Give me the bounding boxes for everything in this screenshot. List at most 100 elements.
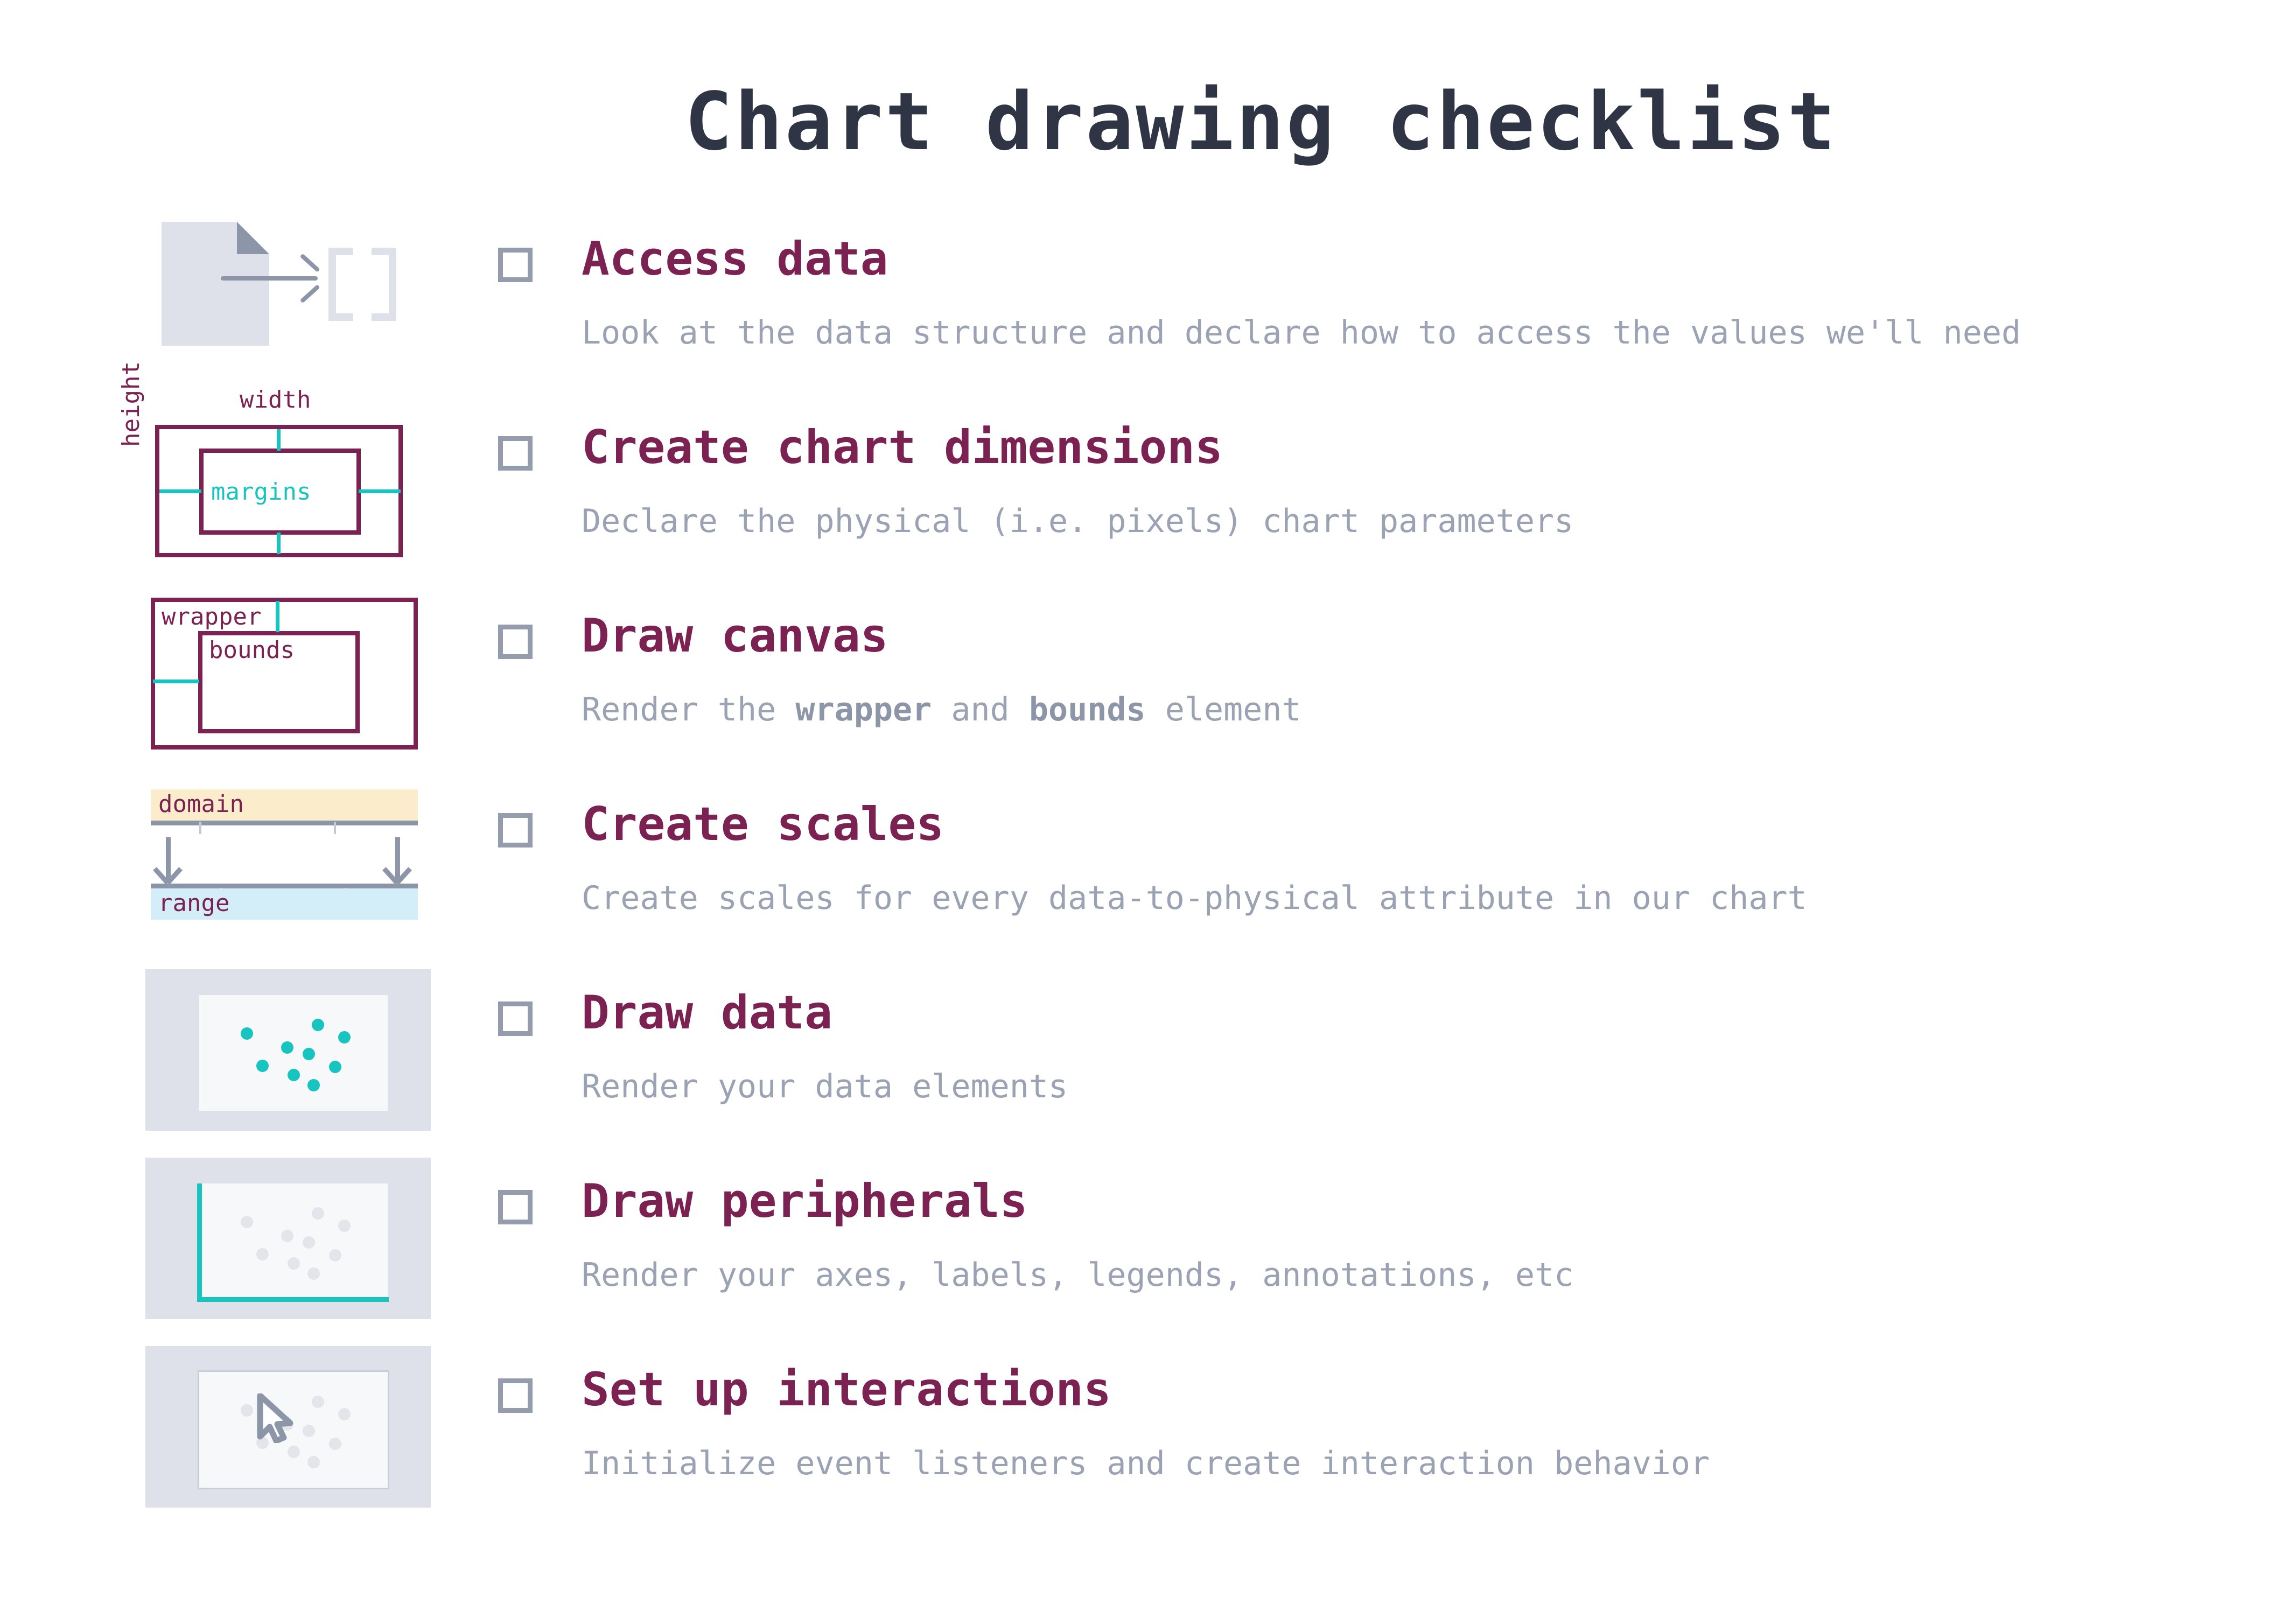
domain-axis-line xyxy=(151,821,418,825)
arrow-right-icon xyxy=(221,253,320,304)
checklist-item-set-up-interactions[interactable]: Set up interactions Initialize event lis… xyxy=(0,1346,2296,1535)
data-point xyxy=(303,1047,316,1060)
arrow-head-left-b xyxy=(153,867,170,885)
data-point xyxy=(312,1396,325,1409)
item-description: Create scales for every data-to-physical… xyxy=(582,879,1807,917)
checkbox-create-scales[interactable] xyxy=(498,813,533,847)
scatter-axes-icon xyxy=(145,1158,431,1319)
checkbox-set-up-interactions[interactable] xyxy=(498,1378,533,1413)
checklist-item-create-scales[interactable]: domain range Create scales Create scales… xyxy=(0,781,2296,969)
item-title: Create scales xyxy=(582,797,944,851)
dimension-label-width: width xyxy=(240,386,311,414)
item-text-create-chart-dimensions: Create chart dimensions Declare the phys… xyxy=(582,404,1573,537)
desc-text: element xyxy=(1145,691,1301,729)
file-fold-corner xyxy=(237,222,269,254)
bounds-tick-top xyxy=(276,601,279,632)
margin-tick-bottom xyxy=(277,533,281,554)
item-description: Render your data elements xyxy=(582,1068,1068,1105)
domain-tick-2 xyxy=(334,822,336,834)
scatter-wrapper-panel xyxy=(145,969,431,1131)
y-axis-line xyxy=(197,1183,202,1301)
item-description: Render your axes, labels, legends, annot… xyxy=(582,1256,1574,1294)
dimension-label-height: height xyxy=(117,361,145,447)
checklist-item-draw-peripherals[interactable]: Draw peripherals Render your axes, label… xyxy=(0,1158,2296,1346)
scatter-cursor-icon xyxy=(145,1346,431,1508)
emphasis-term: wrapper xyxy=(795,691,932,729)
data-point xyxy=(241,1216,254,1229)
data-point xyxy=(328,1060,341,1073)
item-title: Create chart dimensions xyxy=(582,421,1223,474)
checkbox-draw-canvas[interactable] xyxy=(498,625,533,659)
desc-text: Render the xyxy=(582,691,796,729)
bracket-open-icon xyxy=(328,248,353,321)
item-text-draw-canvas: Draw canvas Render the wrapper and bound… xyxy=(582,592,1301,726)
item-title: Draw canvas xyxy=(582,609,888,663)
item-text-create-scales: Create scales Create scales for every da… xyxy=(582,781,1807,914)
label-wrapper: wrapper xyxy=(162,603,262,631)
data-point xyxy=(338,1219,351,1232)
scatter-bounds-panel xyxy=(199,995,388,1111)
item-title: Access data xyxy=(582,232,888,286)
data-point xyxy=(281,1230,294,1243)
label-range: range xyxy=(158,889,230,917)
scatter-wrapper-panel xyxy=(145,1346,431,1508)
data-point xyxy=(241,1027,254,1040)
data-point xyxy=(338,1407,351,1420)
checklist-item-access-data[interactable]: Access data Look at the data structure a… xyxy=(0,215,2296,404)
wrapper-bounds-icon: wrapper bounds xyxy=(145,592,431,754)
desc-text: and xyxy=(932,691,1029,729)
data-point xyxy=(307,1455,320,1468)
checklist-item-draw-data[interactable]: Draw data Render your data elements xyxy=(0,969,2296,1158)
item-text-access-data: Access data Look at the data structure a… xyxy=(582,215,2021,349)
checkbox-draw-data[interactable] xyxy=(498,1001,533,1036)
scatter-bounds-panel xyxy=(197,1183,389,1302)
label-domain: domain xyxy=(158,790,244,818)
range-axis-line xyxy=(151,884,418,888)
data-point xyxy=(307,1078,320,1091)
item-text-draw-data: Draw data Render your data elements xyxy=(582,969,1068,1103)
data-point xyxy=(256,1060,269,1073)
checklist-item-create-chart-dimensions[interactable]: width height margins Create chart dimens… xyxy=(0,361,2296,592)
dimension-label-margins: margins xyxy=(211,478,311,506)
item-title: Draw data xyxy=(582,986,832,1040)
page-title: Chart drawing checklist xyxy=(684,75,1838,168)
domain-tick-1 xyxy=(199,822,201,834)
mouse-cursor-icon xyxy=(257,1393,293,1443)
bracket-close-icon xyxy=(372,248,396,321)
checkbox-create-chart-dimensions[interactable] xyxy=(498,436,533,471)
checklist: Access data Look at the data structure a… xyxy=(0,215,2296,1535)
item-description: Render the wrapper and bounds element xyxy=(582,659,1301,726)
margin-tick-top xyxy=(277,429,281,451)
data-point xyxy=(281,1041,294,1054)
data-point xyxy=(303,1424,316,1437)
data-point xyxy=(328,1249,341,1262)
data-point xyxy=(287,1068,300,1081)
item-description: Initialize event listeners and create in… xyxy=(582,1445,1710,1482)
margin-tick-left xyxy=(159,489,201,493)
emphasis-term: bounds xyxy=(1028,691,1146,729)
checklist-item-draw-canvas[interactable]: wrapper bounds Draw canvas Render the wr… xyxy=(0,592,2296,781)
item-title: Draw peripherals xyxy=(582,1174,1028,1228)
item-title: Set up interactions xyxy=(582,1363,1111,1417)
scatter-dots-icon xyxy=(145,969,431,1131)
data-point xyxy=(328,1437,341,1450)
x-axis-line xyxy=(197,1297,389,1302)
checkbox-access-data[interactable] xyxy=(498,248,533,282)
range-band: range xyxy=(151,888,418,920)
data-point xyxy=(241,1404,254,1417)
label-bounds: bounds xyxy=(209,636,295,664)
chart-dimensions-icon: width height margins xyxy=(117,361,431,565)
data-point xyxy=(338,1031,351,1043)
data-file-to-array-icon xyxy=(145,215,431,377)
scale-arrow-right xyxy=(382,837,412,885)
data-point xyxy=(256,1248,269,1261)
item-description: Declare the physical (i.e. pixels) chart… xyxy=(582,502,1574,540)
arrow-head-lower xyxy=(299,284,320,304)
arrow-head-right-b xyxy=(382,867,399,885)
data-point xyxy=(287,1445,300,1458)
item-text-set-up-interactions: Set up interactions Initialize event lis… xyxy=(582,1346,1710,1480)
checkbox-draw-peripherals[interactable] xyxy=(498,1190,533,1224)
domain-band: domain xyxy=(151,789,418,821)
item-text-draw-peripherals: Draw peripherals Render your axes, label… xyxy=(582,1158,1573,1291)
data-point xyxy=(312,1207,325,1220)
